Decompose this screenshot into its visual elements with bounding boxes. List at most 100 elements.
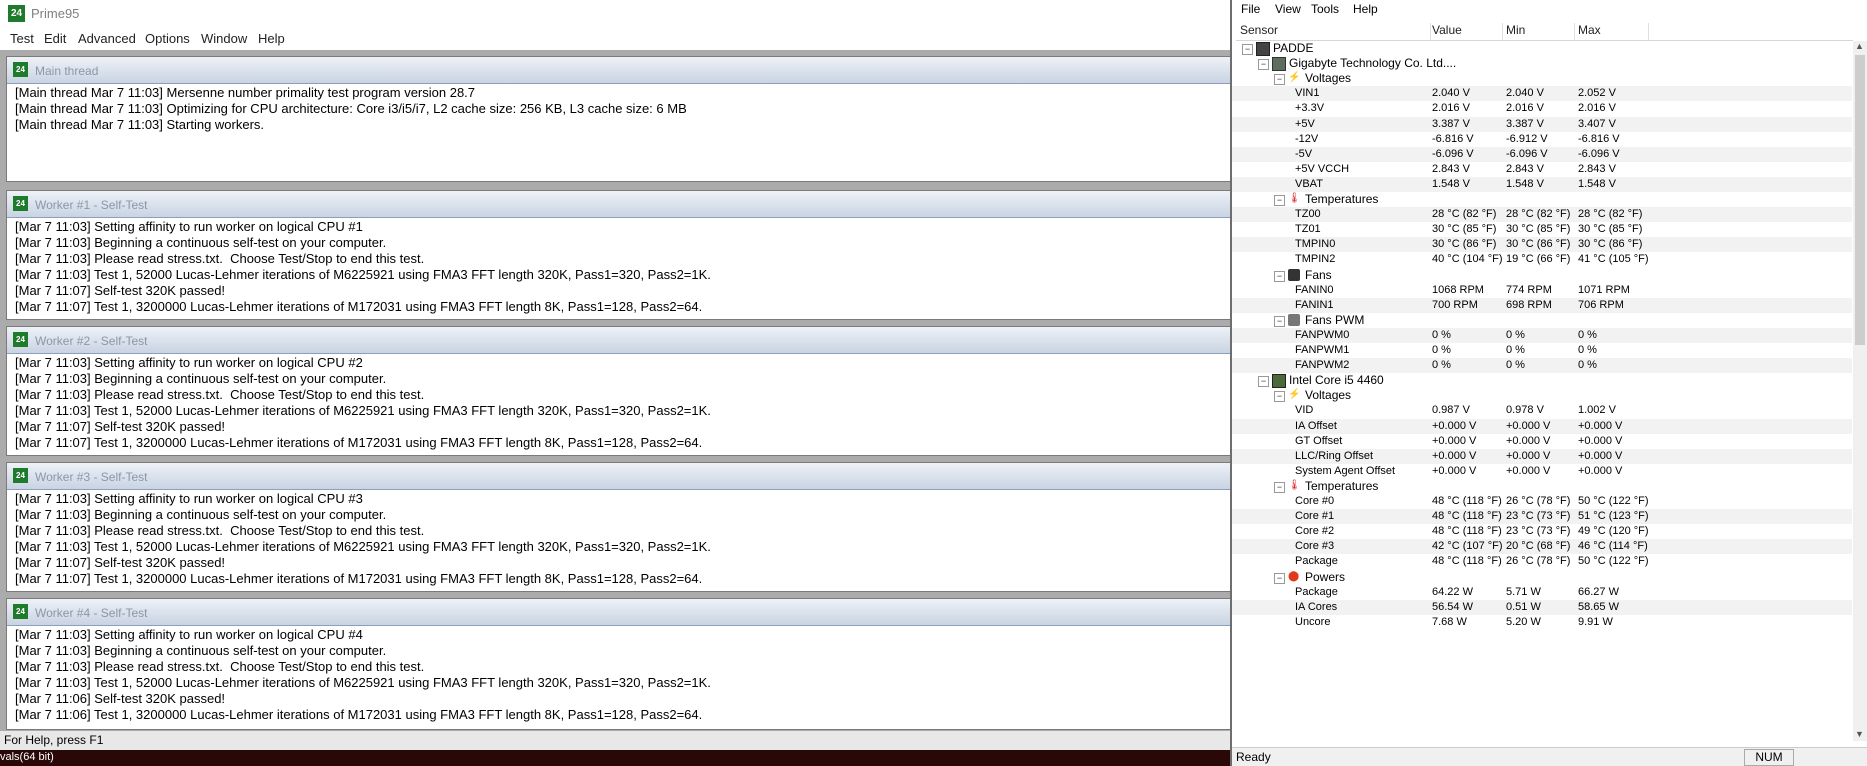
worker-3-panel[interactable]: 24 Worker #3 - Self-Test [Mar 7 11:03] S…: [6, 462, 1232, 592]
collapse-icon[interactable]: −: [1242, 44, 1253, 55]
sensor-label: Core #2: [1295, 525, 1335, 538]
menu-view[interactable]: View: [1275, 2, 1301, 16]
sensor-label: FANIN1: [1295, 298, 1334, 311]
sensor-row[interactable]: Core #3 42 °C (107 °F) 20 °C (68 °F) 46 °C …: [1232, 539, 1852, 555]
sensor-label: Package: [1295, 585, 1338, 598]
sensor-row[interactable]: System Agent Offset +0.000 V +0.000 V +0.00…: [1232, 464, 1852, 479]
sensor-row[interactable]: Core #1 48 °C (118 °F) 23 °C (73 °F) 51 °C …: [1232, 509, 1852, 525]
sensor-row[interactable]: FANIN1 700 RPM 698 RPM 706 RPM: [1232, 297, 1852, 313]
menu-test[interactable]: Test: [10, 31, 34, 46]
sensor-row[interactable]: IA Cores 56.54 W 0.51 W 58.65 W: [1232, 599, 1852, 615]
scroll-down-icon[interactable]: ▼: [1855, 729, 1864, 739]
menu-options[interactable]: Options: [145, 31, 190, 46]
sensor-label: GT Offset: [1295, 434, 1343, 447]
sensor-label: LLC/Ring Offset: [1295, 449, 1374, 462]
sensor-min: 0 %: [1506, 328, 1525, 341]
log-output: [Mar 7 11:03] Setting affinity to run wo…: [15, 627, 1229, 723]
sensor-label: +5V VCCH: [1295, 162, 1350, 175]
sensor-row[interactable]: TZ01 30 °C (85 °F) 30 °C (85 °F) 30 °C (85 …: [1232, 222, 1852, 237]
sensor-max: +0.000 V: [1578, 464, 1623, 477]
tree-node[interactable]: − Fans: [1232, 268, 1852, 283]
collapse-icon[interactable]: −: [1274, 391, 1285, 403]
log-line: [Mar 7 11:03] Test 1, 52000 Lucas-Lehmer…: [15, 539, 711, 554]
sensor-row[interactable]: -5V -6.096 V -6.096 V -6.096 V: [1232, 146, 1852, 162]
scrollbar-thumb[interactable]: [1855, 55, 1865, 345]
sensor-row[interactable]: +3.3V 2.016 V 2.016 V 2.016 V: [1232, 101, 1852, 116]
sensor-max: 41 °C (105 °F): [1578, 253, 1649, 266]
menu-advanced[interactable]: Advanced: [78, 31, 136, 46]
collapse-icon[interactable]: −: [1258, 59, 1269, 71]
sensor-row[interactable]: VIN1 2.040 V 2.040 V 2.052 V: [1232, 86, 1852, 102]
column-sensor[interactable]: Sensor: [1240, 23, 1431, 40]
tree-node[interactable]: − ⚡ Voltages: [1232, 71, 1852, 86]
collapse-icon[interactable]: −: [1274, 270, 1285, 282]
sensor-row[interactable]: Uncore 7.68 W 5.20 W 9.91 W: [1232, 615, 1852, 630]
temperature-icon: 🌡: [1288, 479, 1301, 491]
column-max[interactable]: Max: [1578, 23, 1649, 40]
tree-node[interactable]: − ⚡ Voltages: [1232, 388, 1852, 403]
collapse-icon[interactable]: −: [1274, 572, 1285, 584]
tree-node[interactable]: − ⬤ Powers: [1232, 570, 1852, 585]
menu-window[interactable]: Window: [201, 31, 247, 46]
log-line: [Mar 7 11:03] Test 1, 52000 Lucas-Lehmer…: [15, 675, 711, 690]
tree-node[interactable]: − 🌡 Temperatures: [1232, 479, 1852, 494]
collapse-icon[interactable]: −: [1274, 195, 1285, 206]
menu-help[interactable]: Help: [1353, 2, 1378, 16]
sensor-min: 2.843 V: [1506, 162, 1544, 175]
collapse-icon[interactable]: −: [1274, 315, 1285, 327]
sensor-row[interactable]: +5V VCCH 2.843 V 2.843 V 2.843 V: [1232, 162, 1852, 177]
collapse-icon[interactable]: −: [1274, 481, 1285, 493]
sensor-row[interactable]: Package 64.22 W 5.71 W 66.27 W: [1232, 585, 1852, 600]
sensor-row[interactable]: FANIN0 1068 RPM 774 RPM 1071 RPM: [1232, 283, 1852, 298]
sensor-row[interactable]: GT Offset +0.000 V +0.000 V +0.000 V: [1232, 434, 1852, 449]
panel-header[interactable]: 24 Worker #1 - Self-Test: [7, 191, 1232, 218]
sensor-min: 23 °C (73 °F): [1506, 525, 1571, 538]
sensor-row[interactable]: -12V -6.816 V -6.912 V -6.816 V: [1232, 132, 1852, 147]
worker-4-panel[interactable]: 24 Worker #4 - Self-Test [Mar 7 11:03] S…: [6, 598, 1232, 730]
vertical-scrollbar[interactable]: ▲ ▼: [1853, 41, 1867, 741]
sensor-row[interactable]: +5V 3.387 V 3.387 V 3.407 V: [1232, 116, 1852, 132]
collapse-icon[interactable]: −: [1274, 74, 1285, 86]
sensor-row[interactable]: Package 48 °C (118 °F) 26 °C (78 °F) 50 °C …: [1232, 554, 1852, 569]
column-min[interactable]: Min: [1506, 23, 1575, 40]
menu-edit[interactable]: Edit: [44, 31, 66, 46]
sensor-row[interactable]: Core #2 48 °C (118 °F) 23 °C (73 °F) 49 °C …: [1232, 524, 1852, 539]
sensor-row[interactable]: TZ00 28 °C (82 °F) 28 °C (82 °F) 28 °C (82 …: [1232, 207, 1852, 223]
panel-header[interactable]: 24 Worker #3 - Self-Test: [7, 463, 1232, 490]
sensor-min: -6.096 V: [1506, 147, 1548, 160]
sensor-row[interactable]: FANPWM1 0 % 0 % 0 %: [1232, 343, 1852, 358]
menu-help[interactable]: Help: [258, 31, 285, 46]
sensor-row[interactable]: VID 0.987 V 0.978 V 1.002 V: [1232, 403, 1852, 418]
menu-file[interactable]: File: [1241, 2, 1260, 16]
sensor-label: Uncore: [1295, 615, 1331, 628]
panel-header[interactable]: 24 Worker #4 - Self-Test: [7, 599, 1232, 626]
main-thread-panel[interactable]: 24 Main thread [Main thread Mar 7 11:03]…: [6, 56, 1232, 182]
tree-node[interactable]: − 🌡 Temperatures: [1232, 192, 1852, 207]
sensor-row[interactable]: VBAT 1.548 V 1.548 V 1.548 V: [1232, 176, 1852, 192]
worker-1-panel[interactable]: 24 Worker #1 - Self-Test [Mar 7 11:03] S…: [6, 190, 1232, 320]
scroll-up-icon[interactable]: ▲: [1855, 41, 1864, 51]
tree-node[interactable]: − PADDE: [1232, 41, 1852, 56]
sensor-row[interactable]: LLC/Ring Offset +0.000 V +0.000 V +0.000 V: [1232, 448, 1852, 464]
sensor-value: 48 °C (118 °F): [1432, 510, 1502, 523]
sensor-row[interactable]: TMPIN0 30 °C (86 °F) 30 °C (86 °F) 30 °C (8…: [1232, 237, 1852, 253]
prime95-titlebar[interactable]: 24 Prime95: [0, 0, 1232, 28]
panel-header[interactable]: 24 Worker #2 - Self-Test: [7, 327, 1232, 354]
sensor-row[interactable]: FANPWM0 0 % 0 % 0 %: [1232, 327, 1852, 343]
panel-header[interactable]: 24 Main thread: [7, 57, 1232, 84]
column-value[interactable]: Value: [1432, 23, 1503, 40]
tree-node[interactable]: − Gigabyte Technology Co. Ltd....: [1232, 56, 1852, 72]
sensor-max: 50 °C (122 °F): [1578, 555, 1649, 568]
tree-node[interactable]: − Fans PWM: [1232, 313, 1852, 328]
hwmonitor-menubar: File View Tools Help: [1232, 0, 1867, 19]
tree-node[interactable]: − Intel Core i5 4460: [1232, 373, 1852, 389]
menu-tools[interactable]: Tools: [1311, 2, 1339, 16]
worker-2-panel[interactable]: 24 Worker #2 - Self-Test [Mar 7 11:03] S…: [6, 326, 1232, 456]
collapse-icon[interactable]: −: [1258, 376, 1269, 388]
sensor-row[interactable]: IA Offset +0.000 V +0.000 V +0.000 V: [1232, 418, 1852, 434]
sensor-row[interactable]: FANPWM2 0 % 0 % 0 %: [1232, 358, 1852, 374]
sensor-row[interactable]: Core #0 48 °C (118 °F) 26 °C (78 °F) 50 °C …: [1232, 494, 1852, 509]
sensor-tree[interactable]: − PADDE − Gigabyte Technology Co. Ltd.... − ⚡…: [1232, 41, 1852, 741]
log-line: [Mar 7 11:03] Setting affinity to run wo…: [15, 627, 363, 642]
sensor-row[interactable]: TMPIN2 40 °C (104 °F) 19 °C (66 °F) 41 °C (…: [1232, 252, 1852, 267]
